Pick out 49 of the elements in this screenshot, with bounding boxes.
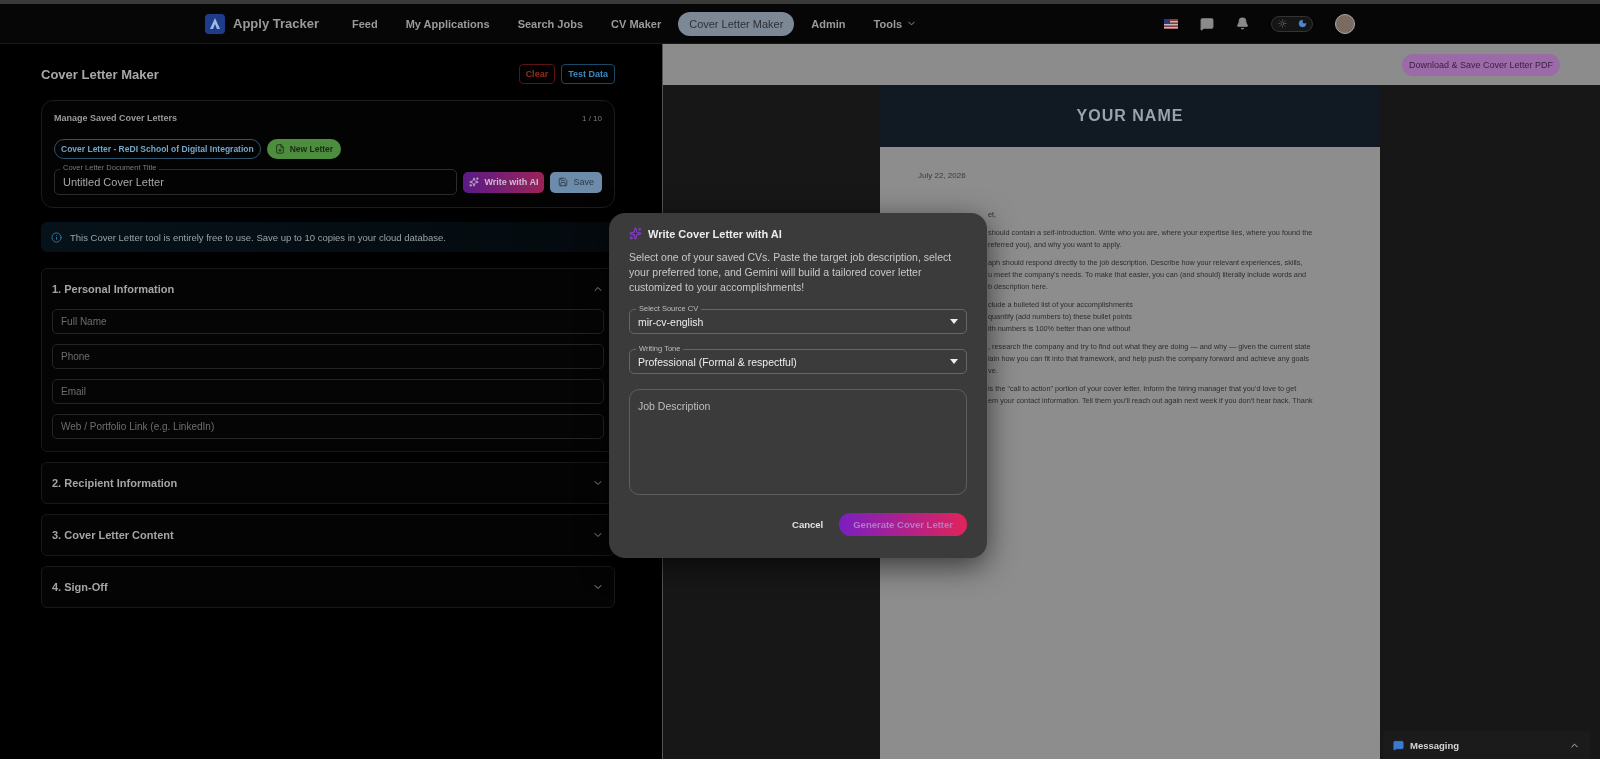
sparkle-icon	[629, 227, 642, 240]
nav-item[interactable]: Feed	[341, 11, 389, 36]
page-title: Cover Letter Maker	[41, 66, 159, 82]
letter-name: YOUR NAME	[1076, 107, 1184, 125]
section-header[interactable]: 3. Cover Letter Content	[52, 515, 604, 555]
avatar[interactable]	[1335, 13, 1355, 34]
save-button[interactable]: Save	[550, 171, 602, 193]
section-header[interactable]: 2. Recipient Information	[52, 463, 604, 503]
nav-item[interactable]: CV Maker	[600, 11, 673, 36]
dialog-description: Select one of your saved CVs. Paste the target job description, select your preferred tone, and Gemini will build a tailored cover letter customized to your accomplishments!	[629, 250, 953, 295]
new-letter-button[interactable]: New Letter	[266, 139, 342, 159]
save-icon	[558, 177, 569, 187]
nav-item[interactable]: Search Jobs	[506, 11, 595, 36]
chat-icon	[1393, 739, 1404, 751]
input-field[interactable]: Phone	[52, 344, 604, 369]
brand-name: Apply Tracker	[233, 16, 319, 31]
dialog-title: Write Cover Letter with AI	[648, 227, 782, 240]
moon-icon	[1297, 19, 1307, 28]
download-button[interactable]: Download & Save Cover Letter PDF	[1401, 53, 1560, 76]
write-with-ai-button[interactable]: Write with AI	[463, 171, 545, 193]
card-title: Manage Saved Cover Letters	[54, 113, 178, 123]
job-description-field[interactable]: Job Description	[629, 389, 967, 495]
cancel-button[interactable]: Cancel	[788, 515, 828, 534]
sun-icon	[1277, 19, 1287, 28]
logo-icon	[205, 13, 225, 34]
flag-icon[interactable]	[1164, 18, 1178, 29]
nav-item[interactable]: Cover Letter Maker	[678, 11, 795, 36]
title-field[interactable]: Untitled Cover Letter	[54, 169, 458, 195]
file-plus-icon	[274, 144, 285, 154]
dropdown-caret-icon	[950, 359, 958, 364]
letter-count: 1 / 10	[582, 113, 602, 123]
nav-item[interactable]: My Applications	[394, 11, 501, 36]
info-icon	[51, 231, 62, 243]
theme-toggle[interactable]	[1271, 15, 1313, 32]
section-header[interactable]: 4. Sign-Off	[52, 567, 604, 607]
messaging-bar[interactable]: Messaging	[1383, 731, 1590, 759]
test-data-button[interactable]: Test Data	[561, 64, 615, 84]
letter-date: July 22, 2026	[918, 171, 967, 180]
sparkle-icon	[469, 177, 480, 187]
input-field[interactable]: Full Name	[52, 309, 604, 334]
nav-item[interactable]: Admin	[800, 11, 857, 36]
section-header[interactable]: 1. Personal Information	[52, 269, 604, 309]
chat-icon[interactable]	[1200, 16, 1214, 31]
info-text: This Cover Letter tool is entirely free to use. Save up to 10 copies in your cloud database.	[70, 231, 446, 243]
nav-item[interactable]: Tools	[862, 11, 929, 36]
input-field[interactable]: Email	[52, 379, 604, 404]
notifications-icon[interactable]	[1236, 17, 1249, 30]
dropdown-caret-icon	[950, 319, 958, 324]
input-field[interactable]: Web / Portfolio Link (e.g. LinkedIn)	[52, 414, 604, 439]
